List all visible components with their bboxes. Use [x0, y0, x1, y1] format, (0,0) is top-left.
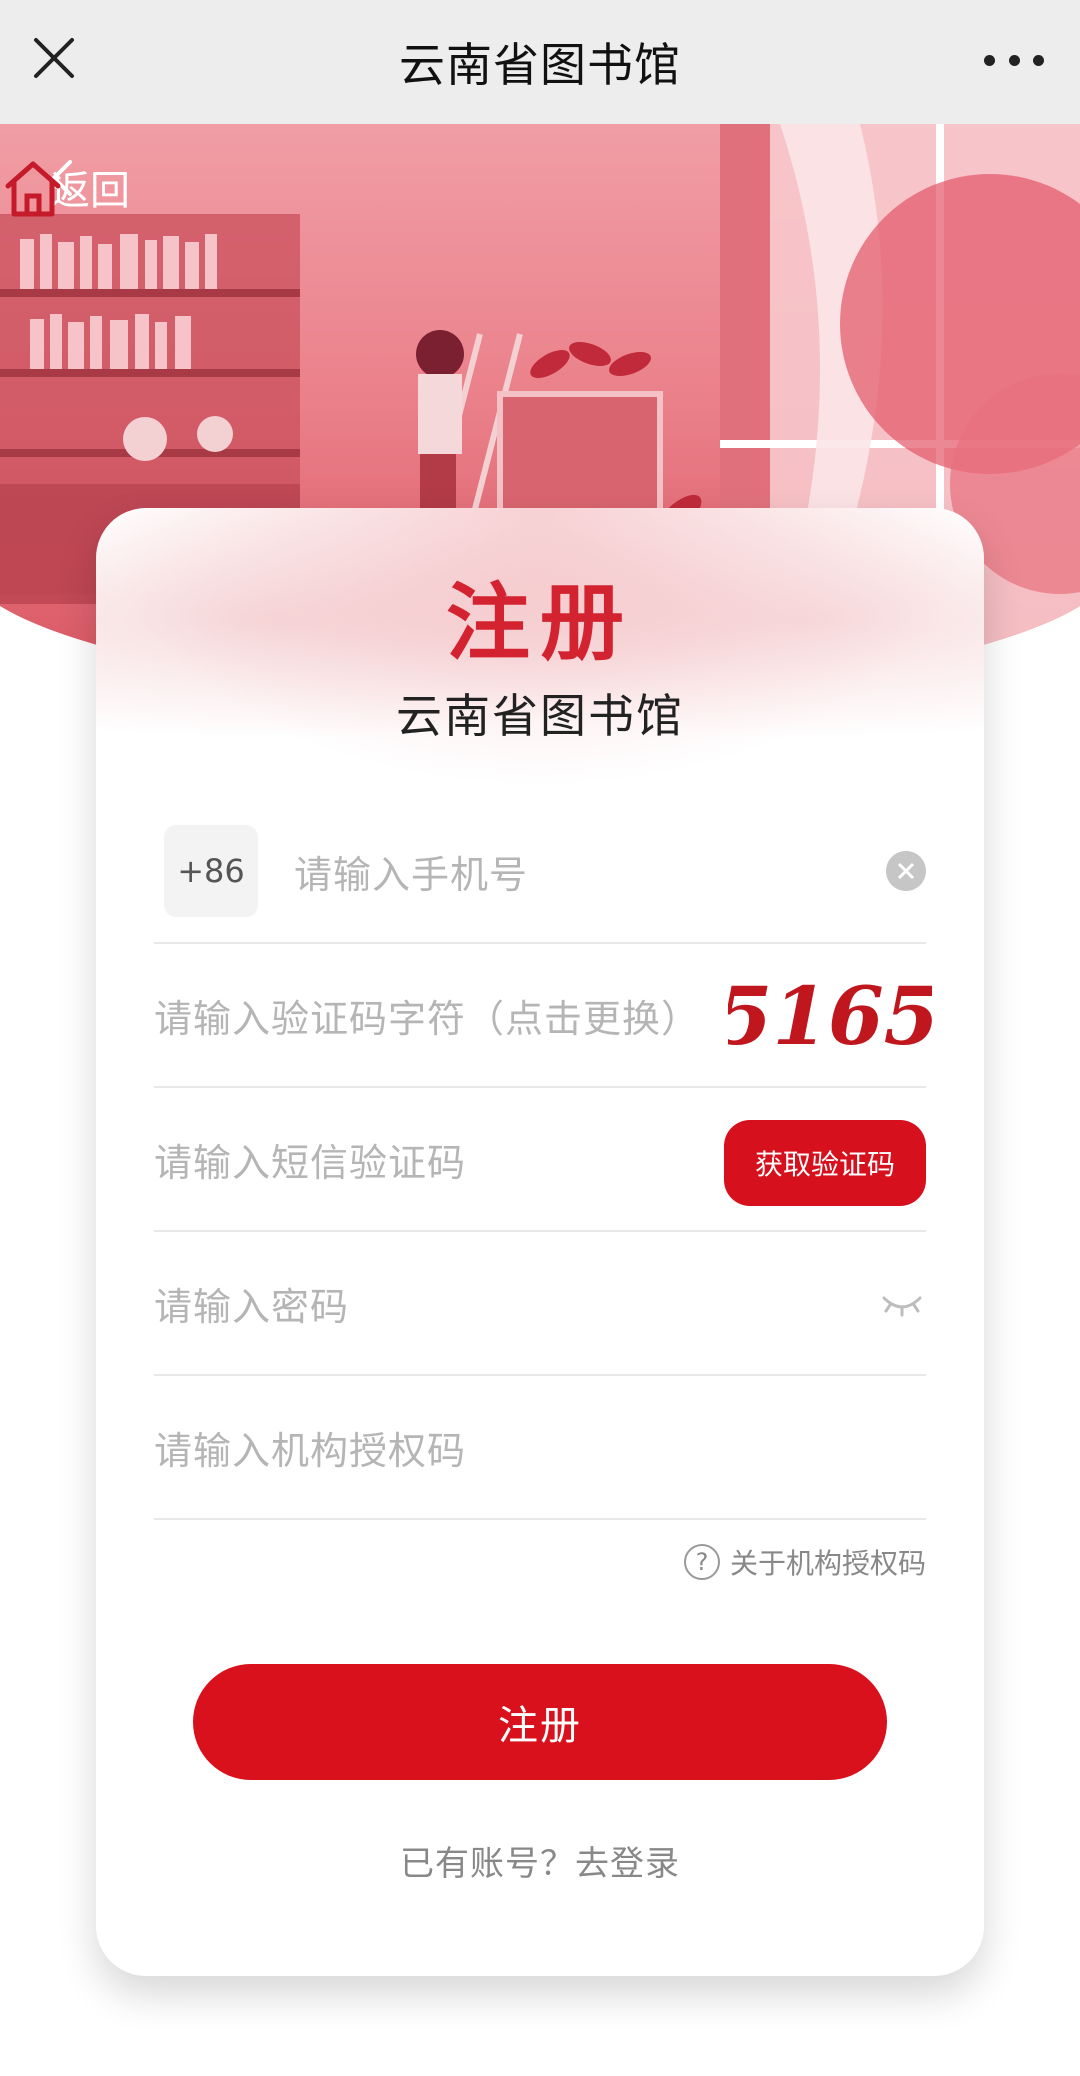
- about-auth-code-label: 关于机构授权码: [729, 1547, 926, 1580]
- login-prefix: 已有账号？: [400, 1844, 575, 1884]
- country-code-selector[interactable]: +86: [164, 825, 258, 917]
- login-prompt: 已有账号？去登录: [96, 1836, 984, 1885]
- library-name: 云南省图书馆: [396, 689, 684, 743]
- clear-icon[interactable]: [886, 851, 926, 891]
- close-icon[interactable]: [30, 30, 78, 86]
- sms-input[interactable]: 请输入短信验证码: [154, 1132, 466, 1187]
- get-code-button[interactable]: 获取验证码: [724, 1120, 926, 1206]
- captcha-text: 5165: [728, 969, 932, 1063]
- password-field[interactable]: 请输入密码: [154, 1232, 926, 1376]
- register-button[interactable]: 注册: [193, 1664, 887, 1780]
- phone-field[interactable]: +86 请输入手机号: [154, 800, 926, 944]
- register-card: 注册 云南省图书馆 +86 请输入手机号 请输入验证码字符（点击更换） 5165…: [96, 508, 984, 1976]
- window-title: 云南省图书馆: [399, 38, 681, 92]
- phone-input[interactable]: 请输入手机号: [294, 844, 528, 899]
- register-page: 云南省图书馆 返回 注册 云南省图书馆 +86 请输入手机号 请输入验证码字符（…: [0, 0, 1080, 2076]
- home-icon[interactable]: [0, 156, 66, 222]
- captcha-image[interactable]: 5165: [728, 966, 932, 1066]
- sms-field[interactable]: 请输入短信验证码 获取验证码: [154, 1088, 926, 1232]
- about-auth-code-link[interactable]: ? 关于机构授权码: [683, 1542, 926, 1582]
- captcha-input[interactable]: 请输入验证码字符（点击更换）: [154, 988, 700, 1043]
- password-input[interactable]: 请输入密码: [154, 1276, 349, 1331]
- question-icon: ?: [683, 1544, 720, 1580]
- captcha-field[interactable]: 请输入验证码字符（点击更换） 5165: [154, 944, 932, 1088]
- more-icon[interactable]: [984, 40, 1044, 80]
- top-bar: 云南省图书馆: [0, 0, 1080, 124]
- go-login-link[interactable]: 去登录: [575, 1844, 680, 1884]
- auth-code-input[interactable]: 请输入机构授权码: [154, 1420, 466, 1475]
- auth-code-field[interactable]: 请输入机构授权码: [154, 1376, 926, 1520]
- eye-closed-icon[interactable]: [880, 1290, 924, 1318]
- page-title: 注册: [445, 574, 634, 672]
